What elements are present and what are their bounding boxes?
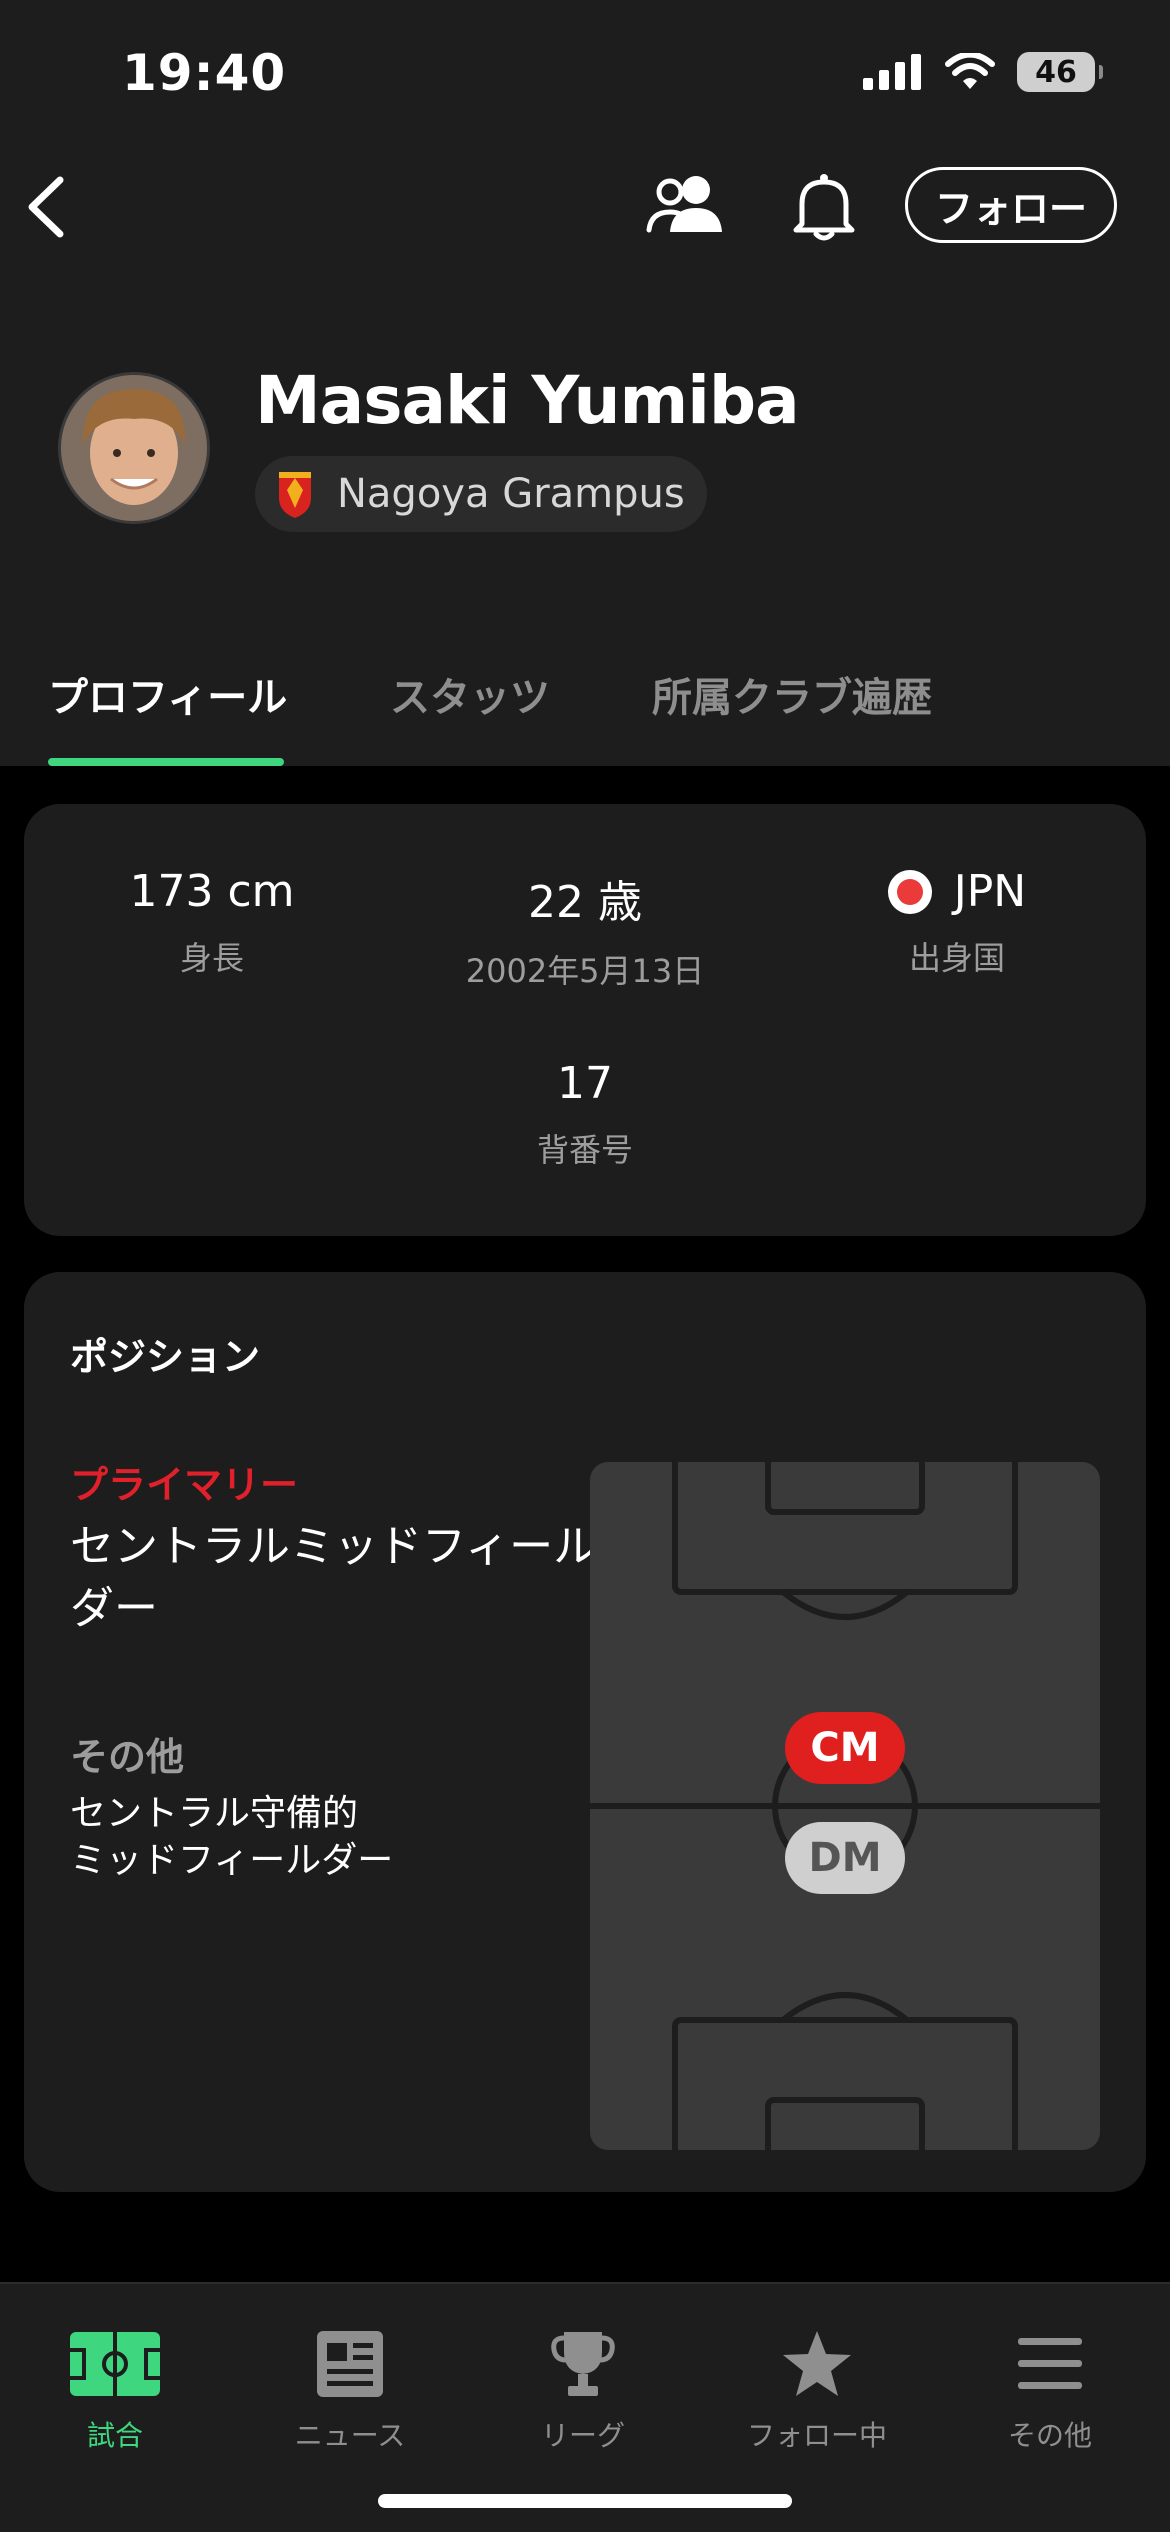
- age-value: 22 歳: [528, 877, 642, 928]
- pitch-diagram: CM DM: [590, 1462, 1100, 2150]
- tab-career[interactable]: 所属クラブ遍歴: [652, 665, 932, 723]
- tab-indicator: [48, 758, 284, 766]
- avatar: [58, 372, 210, 524]
- pitch-icon: [70, 2332, 160, 2396]
- other-position-badge: DM: [785, 1822, 905, 1894]
- notification-button[interactable]: [788, 172, 860, 246]
- status-time: 19:40: [122, 44, 287, 102]
- position-title: ポジション: [70, 1335, 261, 1379]
- primary-position-badge: CM: [785, 1712, 905, 1784]
- shirt-number-label: 背番号: [536, 1131, 633, 1169]
- club-chip[interactable]: Nagoya Grampus: [255, 456, 707, 532]
- people-icon: [646, 176, 722, 233]
- nav-matches[interactable]: 試合: [15, 2324, 215, 2454]
- other-position-line1: セントラル守備的: [70, 1793, 359, 1834]
- height-label: 身長: [179, 939, 244, 977]
- primary-position-label: プライマリー: [70, 1463, 299, 1507]
- trophy-icon: [551, 2332, 615, 2396]
- primary-position-value: セントラルミッドフィールダー: [70, 1521, 598, 1634]
- nav-leagues-label: リーグ: [540, 2419, 625, 2452]
- teammates-button[interactable]: [646, 172, 724, 242]
- tab-profile[interactable]: プロフィール: [48, 665, 287, 723]
- age-stat: 22 歳 2002年5月13日: [405, 866, 765, 992]
- other-position-label: その他: [70, 1735, 185, 1779]
- shirt-number-stat: 17 背番号: [405, 1058, 765, 1171]
- height-value: 173 cm: [129, 866, 295, 917]
- star-icon: [783, 2331, 851, 2396]
- wifi-icon: [945, 53, 995, 89]
- japan-flag-icon: [887, 869, 932, 914]
- battery-indicator: 46: [1017, 52, 1103, 92]
- pitch-lines: [590, 1462, 1100, 2150]
- nav-news-label: ニュース: [294, 2419, 406, 2452]
- bell-icon: [793, 174, 855, 241]
- shirt-number-value: 17: [557, 1058, 613, 1109]
- country-stat: JPN 出身国: [777, 866, 1137, 979]
- back-button[interactable]: [22, 172, 68, 246]
- club-crest-icon: [279, 472, 311, 518]
- nav-matches-label: 試合: [86, 2419, 143, 2452]
- follow-button[interactable]: フォロー: [905, 167, 1117, 243]
- nav-following-label: フォロー中: [746, 2419, 887, 2452]
- other-position-line2: ミッドフィールダー: [70, 1840, 394, 1881]
- tab-stats[interactable]: スタッツ: [390, 665, 550, 723]
- nav-more[interactable]: その他: [950, 2324, 1150, 2454]
- club-name: Nagoya Grampus: [337, 471, 685, 517]
- nav-following[interactable]: フォロー中: [717, 2324, 917, 2454]
- other-position-value: セントラル守備的 ミッドフィールダー: [70, 1790, 470, 1884]
- chevron-left-icon: [28, 176, 64, 238]
- status-icons: 46: [863, 52, 1103, 92]
- home-indicator[interactable]: [378, 2494, 792, 2508]
- nav-more-label: その他: [1007, 2419, 1092, 2452]
- nav-leagues[interactable]: リーグ: [483, 2324, 683, 2454]
- position-card: ポジション プライマリー セントラルミッドフィールダー その他 セントラル守備的…: [24, 1272, 1146, 2192]
- player-photo: [61, 375, 207, 521]
- menu-icon: [1018, 2338, 1082, 2389]
- player-name: Masaki Yumiba: [255, 362, 800, 439]
- birthdate-label: 2002年5月13日: [465, 952, 705, 990]
- newspaper-icon: [317, 2331, 383, 2397]
- country-label: 出身国: [908, 939, 1005, 977]
- signal-icon: [863, 54, 921, 90]
- player-info-card: 173 cm 身長 22 歳 2002年5月13日 JPN 出身国 17 背番号: [24, 804, 1146, 1236]
- nav-news[interactable]: ニュース: [250, 2324, 450, 2454]
- country-value: JPN: [953, 866, 1027, 917]
- height-stat: 173 cm 身長: [32, 866, 392, 979]
